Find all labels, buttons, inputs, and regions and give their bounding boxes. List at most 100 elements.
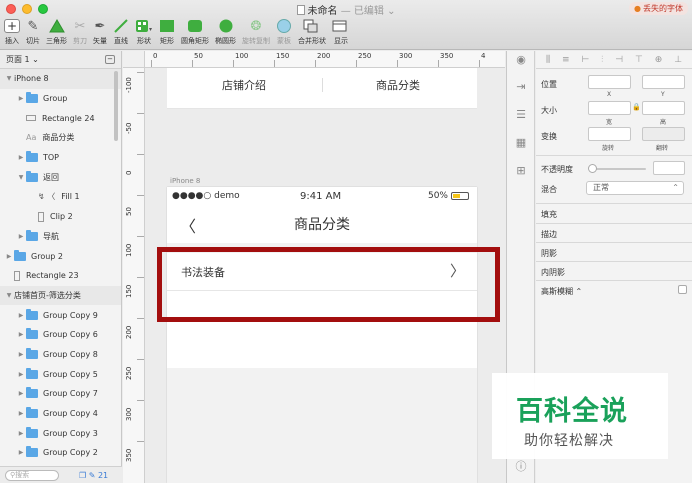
disclosure-closed-icon[interactable]: ▶ <box>16 95 26 102</box>
toolbar-combine-button[interactable]: 合并形状 <box>298 17 326 46</box>
layer-name: 返回 <box>43 172 59 182</box>
layer-row[interactable]: ▼ 店铺首页-筛选分类 <box>0 285 121 306</box>
pages-toggle-button[interactable]: − <box>105 55 115 64</box>
toolbar-triangle-button[interactable]: 三角形 <box>46 17 67 46</box>
layer-row[interactable]: ▶ 导航 <box>0 227 121 247</box>
artboard-label[interactable]: iPhone 8 <box>170 177 200 185</box>
ruler-label: 0 <box>153 52 158 60</box>
disclosure-closed-icon[interactable]: ▶ <box>16 312 26 319</box>
layer-row[interactable]: ▶ Group Copy 5 <box>0 364 121 384</box>
layer-row[interactable]: Rectangle 24 <box>0 108 121 128</box>
layer-row[interactable]: ▶ Group Copy 9 <box>0 305 121 325</box>
opacity-field[interactable] <box>653 161 685 175</box>
layer-row[interactable]: Rectangle 23 <box>0 266 121 286</box>
layer-row[interactable]: ▼ iPhone 8 <box>0 69 121 89</box>
page-selector[interactable]: 页面 1 ⌄ <box>6 54 39 65</box>
layer-row[interactable]: ▶ Group <box>0 89 121 109</box>
toolbar-view-button[interactable]: 显示 <box>332 17 350 46</box>
layer-row[interactable]: ▶ Group Copy 2 <box>0 443 121 463</box>
vertical-ruler[interactable]: -100 -50 0 50 100 150 200 250 300 350 <box>123 68 145 483</box>
toolbar-plus-button[interactable]: + 插入 <box>4 17 20 46</box>
disclosure-closed-icon[interactable]: ▶ <box>16 351 26 358</box>
layer-row[interactable]: ▶ Group Copy 4 <box>0 404 121 424</box>
footer-icons[interactable]: ❐ ✎ 21 <box>79 471 108 480</box>
toolbar-label: 矢量 <box>93 37 107 45</box>
layer-row[interactable]: ▶ Group Copy 6 <box>0 325 121 345</box>
flip-buttons[interactable] <box>642 127 685 141</box>
layer-row[interactable]: ▼ 返回 <box>0 167 121 187</box>
layout-icon[interactable]: ▦ <box>515 137 527 149</box>
canvas[interactable]: 0 50 100 150 200 250 300 350 4 -100 -50 0 50 100 150 2… <box>123 51 505 483</box>
toolbar-oval-button[interactable]: 椭圆形 <box>215 17 236 46</box>
toolbar-knife-button[interactable]: ✎ 切片 <box>26 17 40 46</box>
align-top-icon[interactable]: ⊤ <box>635 55 643 65</box>
iphone-artboard[interactable]: ●●●●○ demo 9:41 AM 50% 〈 商品分类 书法装备 〉 <box>167 187 477 483</box>
blend-mode-select[interactable]: 正常 <box>586 181 684 195</box>
layer-row[interactable]: ↯ 〈 Fill 1 <box>0 187 121 207</box>
layer-row[interactable]: Clip 2 <box>0 207 121 227</box>
layer-row[interactable]: ▶ Group Copy 7 <box>0 384 121 404</box>
rotate-field[interactable] <box>588 127 631 141</box>
tab-shop-intro[interactable]: 店铺介绍 <box>222 77 266 93</box>
y-field[interactable] <box>642 75 685 89</box>
layer-scrollbar[interactable] <box>114 71 118 141</box>
toolbar-rectangle-button[interactable]: 矩形 <box>159 17 175 46</box>
disclosure-closed-icon[interactable]: ▶ <box>16 390 26 397</box>
info-icon[interactable]: ⓘ <box>515 461 527 473</box>
disclosure-closed-icon[interactable]: ▶ <box>16 154 26 161</box>
layer-row[interactable]: ▶ Group Copy 3 <box>0 423 121 443</box>
layer-row[interactable]: ▶ Group 2 <box>0 246 121 266</box>
lock-icon[interactable]: 🔒 <box>632 103 641 111</box>
grid-icon[interactable]: ⊞ <box>515 165 527 177</box>
horizontal-ruler[interactable]: 0 50 100 150 200 250 300 350 4 <box>145 51 505 68</box>
disclosure-closed-icon[interactable]: ▶ <box>16 233 26 240</box>
opacity-slider[interactable] <box>589 168 646 170</box>
toolbar-rounded-rectangle-button[interactable]: 圆角矩形 <box>181 17 209 46</box>
toolbar-pen-button[interactable]: ✒ 矢量 <box>93 17 107 46</box>
disclosure-closed-icon[interactable]: ▶ <box>4 253 14 260</box>
list-icon[interactable]: ☰ <box>515 109 527 121</box>
align-center-icon[interactable]: ⫶ <box>601 55 603 65</box>
shop-artboard-tabs[interactable]: 店铺介绍 商品分类 <box>167 68 477 109</box>
width-field[interactable] <box>588 101 631 115</box>
disclosure-closed-icon[interactable]: ▶ <box>16 410 26 417</box>
blur-section[interactable]: 高斯模糊 ⌃ <box>536 280 692 302</box>
layer-row[interactable]: Aa 商品分类 <box>0 128 121 148</box>
layer-search-input[interactable]: ⚲ 搜索 <box>5 469 59 481</box>
settings-circle-icon[interactable]: ◉ <box>515 54 527 66</box>
layer-row[interactable]: ▶ TOP <box>0 148 121 168</box>
layer-row[interactable]: ▶ Group Copy 8 <box>0 345 121 365</box>
distribute-horizontal-icon[interactable]: ⫼ <box>546 55 550 65</box>
disclosure-closed-icon[interactable]: ▶ <box>16 449 26 456</box>
edited-status[interactable]: — 已编辑 ⌄ <box>341 6 396 17</box>
height-field[interactable] <box>642 101 685 115</box>
toolbar-mask-button[interactable]: 蒙板 <box>276 17 292 46</box>
scissors-icon: ✂ <box>74 18 86 34</box>
toolbar-rotate-copy-button[interactable]: ❂ 旋转复制 <box>242 17 270 46</box>
knife-icon: ✎ <box>27 18 39 34</box>
disclosure-open-icon[interactable]: ▼ <box>16 174 26 181</box>
disclosure-closed-icon[interactable]: ▶ <box>16 331 26 338</box>
x-field[interactable] <box>588 75 631 89</box>
disclosure-open-icon[interactable]: ▼ <box>4 75 14 82</box>
blur-checkbox[interactable] <box>678 285 687 294</box>
export-icon[interactable]: ⇥ <box>515 81 527 93</box>
toolbar-line-button[interactable]: 直线 <box>113 17 129 46</box>
align-right-icon[interactable]: ⊣ <box>615 55 623 65</box>
fill-section[interactable]: 填充 <box>536 203 692 225</box>
pages-header[interactable]: 页面 1 ⌄ − <box>0 51 121 69</box>
missing-fonts-badge[interactable]: 丢失的字体 <box>629 2 688 15</box>
y-label: Y <box>661 91 665 98</box>
layer-name: Rectangle 23 <box>26 271 79 281</box>
disclosure-closed-icon[interactable]: ▶ <box>16 430 26 437</box>
align-middle-icon[interactable]: ⊕ <box>655 55 663 65</box>
toolbar-shapes-button[interactable]: ▾ 形状 <box>135 17 153 46</box>
opacity-slider-knob[interactable] <box>588 164 597 173</box>
disclosure-closed-icon[interactable]: ▶ <box>16 371 26 378</box>
distribute-vertical-icon[interactable]: ≡ <box>562 55 570 65</box>
align-left-icon[interactable]: ⊢ <box>581 55 589 65</box>
align-bottom-icon[interactable]: ⊥ <box>674 55 682 65</box>
tab-product-category[interactable]: 商品分类 <box>376 77 420 93</box>
toolbar-scissors-button[interactable]: ✂ 剪刀 <box>73 17 87 46</box>
disclosure-open-icon[interactable]: ▼ <box>4 292 14 299</box>
